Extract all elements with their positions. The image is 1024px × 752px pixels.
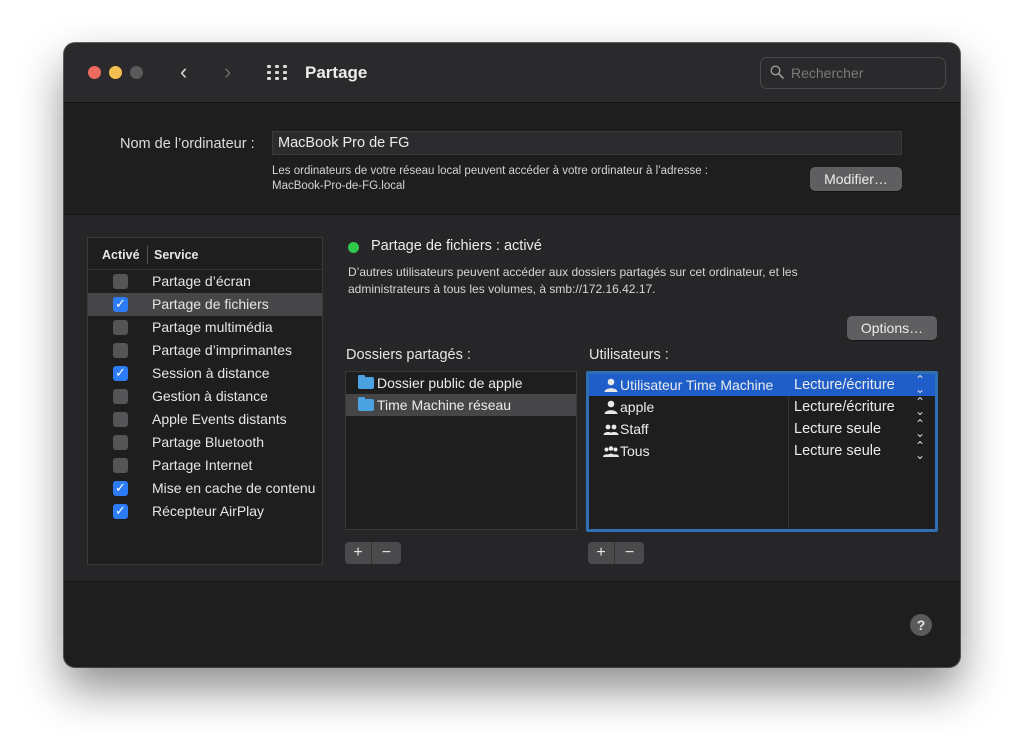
person-icon <box>604 378 618 392</box>
service-label: Partage d’écran <box>152 273 251 289</box>
user-name: Utilisateur Time Machine <box>620 377 774 393</box>
service-row[interactable]: Partage Bluetooth <box>88 431 322 454</box>
titlebar: ‹ › Partage <box>64 43 960 103</box>
minimize-button[interactable] <box>109 66 122 79</box>
service-row[interactable]: Récepteur AirPlay <box>88 500 322 523</box>
permission-popup[interactable]: Lecture/écriture <box>794 399 895 415</box>
show-all-grid-icon[interactable] <box>267 65 287 80</box>
users-title: Utilisateurs : <box>589 347 669 363</box>
users-list: Utilisateur Time Machine Lecture/écriture… <box>586 371 938 532</box>
column-header-enabled[interactable]: Activé <box>102 248 140 262</box>
service-label: Partage d’imprimantes <box>152 342 293 358</box>
service-row[interactable]: Partage de fichiers <box>88 293 322 316</box>
column-separator <box>147 246 148 264</box>
service-label: Apple Events distants <box>152 411 287 427</box>
permission-popup[interactable]: Lecture/écriture <box>794 377 895 393</box>
shared-folder-row[interactable]: Dossier public de apple <box>346 372 576 394</box>
back-chevron-icon[interactable]: ‹ <box>180 61 187 83</box>
status-indicator <box>348 242 359 253</box>
folder-icon <box>358 375 374 389</box>
services-list-header: Activé Service <box>88 238 322 270</box>
user-name: Tous <box>620 443 650 459</box>
service-label: Récepteur AirPlay <box>152 503 265 519</box>
service-label: Gestion à distance <box>152 388 268 404</box>
user-row[interactable]: Tous Lecture seule ⌃ ⌄ <box>589 440 935 462</box>
service-label: Partage de fichiers <box>152 296 269 312</box>
add-folder-button[interactable]: + <box>345 542 372 564</box>
service-row[interactable]: Partage Internet <box>88 454 322 477</box>
service-checkbox[interactable] <box>113 296 128 312</box>
service-label: Mise en cache de contenu <box>152 480 316 496</box>
service-checkbox[interactable] <box>113 435 128 450</box>
service-row[interactable]: Session à distance <box>88 362 322 385</box>
shared-folder-row[interactable]: Time Machine réseau <box>346 394 576 416</box>
service-checkbox[interactable] <box>113 274 128 289</box>
service-row[interactable]: Mise en cache de contenu <box>88 477 322 500</box>
service-checkbox[interactable] <box>113 320 128 335</box>
service-checkbox[interactable] <box>113 343 128 358</box>
everyone-icon <box>603 446 619 457</box>
shared-folders-title: Dossiers partagés : <box>346 347 471 363</box>
zoom-button[interactable] <box>130 66 143 79</box>
modify-button[interactable]: Modifier… <box>810 167 902 191</box>
service-label: Partage Internet <box>152 457 253 473</box>
service-status-description: D’autres utilisateurs peuvent accéder au… <box>348 265 798 296</box>
close-button[interactable] <box>88 66 101 79</box>
remove-folder-button[interactable]: − <box>373 542 400 564</box>
group-icon <box>603 424 619 435</box>
help-button[interactable]: ? <box>910 614 932 636</box>
service-row[interactable]: Partage d’imprimantes <box>88 339 322 362</box>
up-down-chevron-icon[interactable]: ⌃ ⌄ <box>915 440 925 461</box>
permission-popup[interactable]: Lecture seule <box>794 421 881 437</box>
forward-chevron-icon[interactable]: › <box>224 61 231 83</box>
folder-icon <box>358 397 374 411</box>
remove-user-button[interactable]: − <box>616 542 643 564</box>
service-label: Partage multimédia <box>152 319 273 335</box>
service-row[interactable]: Gestion à distance <box>88 385 322 408</box>
column-header-service[interactable]: Service <box>154 248 198 262</box>
up-down-chevron-icon[interactable]: ⌃ ⌄ <box>915 396 925 417</box>
options-button[interactable]: Options… <box>847 316 937 340</box>
user-row[interactable]: apple Lecture/écriture ⌃ ⌄ <box>589 396 935 418</box>
user-name: apple <box>620 399 655 415</box>
services-list: Activé Service Partage d’écran Partage de… <box>87 237 323 565</box>
service-checkbox[interactable] <box>113 365 128 381</box>
service-checkbox[interactable] <box>113 458 128 473</box>
search-field[interactable] <box>760 57 946 89</box>
service-checkbox[interactable] <box>113 389 128 404</box>
service-checkbox[interactable] <box>113 503 128 519</box>
shared-folders-list: Dossier public de apple Time Machine rése… <box>345 371 577 530</box>
permission-popup[interactable]: Lecture seule <box>794 443 881 459</box>
computer-name-input[interactable] <box>272 131 902 155</box>
computer-name-label: Nom de l’ordinateur : <box>120 136 255 152</box>
search-icon <box>770 65 784 79</box>
service-row[interactable]: Apple Events distants <box>88 408 322 431</box>
folders-add-remove-control: + − <box>345 542 401 564</box>
user-row[interactable]: Staff Lecture seule ⌃ ⌄ <box>589 418 935 440</box>
service-status-title: Partage de fichiers : activé <box>371 238 542 254</box>
service-label: Partage Bluetooth <box>152 434 265 450</box>
sharing-window: ‹ › Partage Nom de l’ordinateur : Les or… <box>64 43 960 667</box>
shared-folder-label: Time Machine réseau <box>377 397 512 413</box>
computer-name-section: Nom de l’ordinateur : Les ordinateurs de… <box>64 104 960 214</box>
users-add-remove-control: + − <box>588 542 644 564</box>
add-user-button[interactable]: + <box>588 542 615 564</box>
service-checkbox[interactable] <box>113 412 128 427</box>
user-name: Staff <box>620 421 649 437</box>
shared-folder-label: Dossier public de apple <box>377 375 523 391</box>
service-row[interactable]: Partage multimédia <box>88 316 322 339</box>
up-down-chevron-icon[interactable]: ⌃ ⌄ <box>915 418 925 439</box>
up-down-chevron-icon[interactable]: ⌃ ⌄ <box>915 374 925 395</box>
window-title: Partage <box>305 63 368 82</box>
search-input[interactable] <box>791 63 941 83</box>
network-address-text: Les ordinateurs de votre réseau local pe… <box>272 165 708 192</box>
service-label: Session à distance <box>152 365 270 381</box>
user-row[interactable]: Utilisateur Time Machine Lecture/écriture… <box>589 374 935 396</box>
service-row[interactable]: Partage d’écran <box>88 270 322 293</box>
person-icon <box>604 400 618 414</box>
service-checkbox[interactable] <box>113 480 128 496</box>
